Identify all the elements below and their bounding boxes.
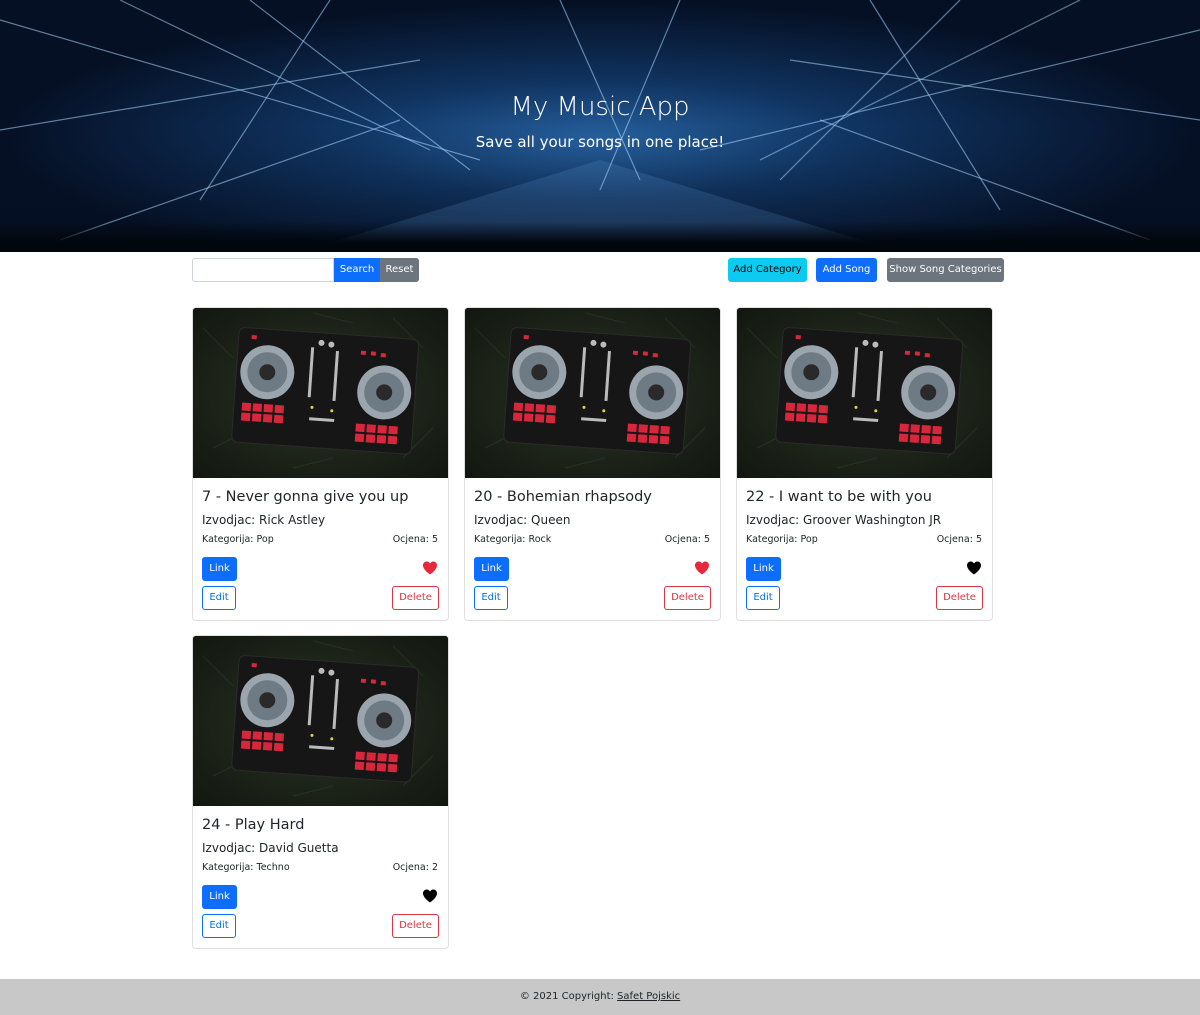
footer: © 2021 Copyright: Safet Pojskic xyxy=(0,979,1200,1015)
favorite-heart-icon[interactable] xyxy=(422,888,438,904)
reset-button[interactable]: Reset xyxy=(380,258,419,282)
song-category: Kategorija: Pop xyxy=(746,534,818,545)
app-title: My Music App xyxy=(510,92,690,122)
song-link-button[interactable]: Link xyxy=(474,557,509,581)
dj-controller-image xyxy=(737,308,992,478)
song-rating: Ocjena: 5 xyxy=(392,534,438,545)
search-button[interactable]: Search xyxy=(334,258,380,282)
song-card: 7 - Never gonna give you up Izvodjac: Ri… xyxy=(192,307,449,621)
song-title: 22 - I want to be with you xyxy=(746,489,932,505)
song-rating: Ocjena: 5 xyxy=(664,534,710,545)
song-link-button[interactable]: Link xyxy=(746,557,781,581)
author-link[interactable]: Safet Pojskic xyxy=(617,991,680,1002)
song-title: 24 - Play Hard xyxy=(202,817,305,833)
add-category-button[interactable]: Add Category xyxy=(728,258,807,282)
delete-song-button[interactable]: Delete xyxy=(664,586,711,610)
delete-song-button[interactable]: Delete xyxy=(392,914,439,938)
concert-lasers-image xyxy=(0,0,1200,252)
edit-song-button[interactable]: Edit xyxy=(202,914,236,938)
delete-song-button[interactable]: Delete xyxy=(392,586,439,610)
dj-controller-image xyxy=(465,308,720,478)
song-link-button[interactable]: Link xyxy=(202,557,237,581)
toolbar: Search Reset Add Category Add Song Show … xyxy=(192,258,1004,282)
song-artist: Izvodjac: Groover Washington JR xyxy=(746,513,942,527)
hero-banner: My Music App Save all your songs in one … xyxy=(0,0,1200,252)
edit-song-button[interactable]: Edit xyxy=(202,586,236,610)
edit-song-button[interactable]: Edit xyxy=(474,586,508,610)
song-card: 24 - Play Hard Izvodjac: David Guetta Ka… xyxy=(192,635,449,949)
favorite-heart-icon[interactable] xyxy=(966,560,982,576)
search-input[interactable] xyxy=(192,258,334,282)
song-card: 20 - Bohemian rhapsody Izvodjac: Queen K… xyxy=(464,307,721,621)
song-title: 7 - Never gonna give you up xyxy=(202,489,409,505)
app-subtitle: Save all your songs in one place! xyxy=(475,133,725,151)
delete-song-button[interactable]: Delete xyxy=(936,586,983,610)
song-link-button[interactable]: Link xyxy=(202,885,237,909)
favorite-heart-icon[interactable] xyxy=(694,560,710,576)
show-song-categories-button[interactable]: Show Song Categories xyxy=(887,258,1004,282)
edit-song-button[interactable]: Edit xyxy=(746,586,780,610)
song-rating: Ocjena: 2 xyxy=(392,862,438,873)
add-song-button[interactable]: Add Song xyxy=(816,258,877,282)
song-artist: Izvodjac: David Guetta xyxy=(202,841,339,855)
song-category: Kategorija: Pop xyxy=(202,534,274,545)
favorite-heart-icon[interactable] xyxy=(422,560,438,576)
dj-controller-image xyxy=(193,308,448,478)
crowd-silhouette xyxy=(0,222,1200,252)
song-category: Kategorija: Techno xyxy=(202,862,290,873)
song-title: 20 - Bohemian rhapsody xyxy=(474,489,652,505)
song-card: 22 - I want to be with you Izvodjac: Gro… xyxy=(736,307,993,621)
song-artist: Izvodjac: Rick Astley xyxy=(202,513,326,527)
song-artist: Izvodjac: Queen xyxy=(474,513,571,527)
song-rating: Ocjena: 5 xyxy=(936,534,982,545)
copyright-text: © 2021 Copyright: xyxy=(519,991,618,1002)
song-category: Kategorija: Rock xyxy=(474,534,552,545)
dj-controller-image xyxy=(193,636,448,806)
